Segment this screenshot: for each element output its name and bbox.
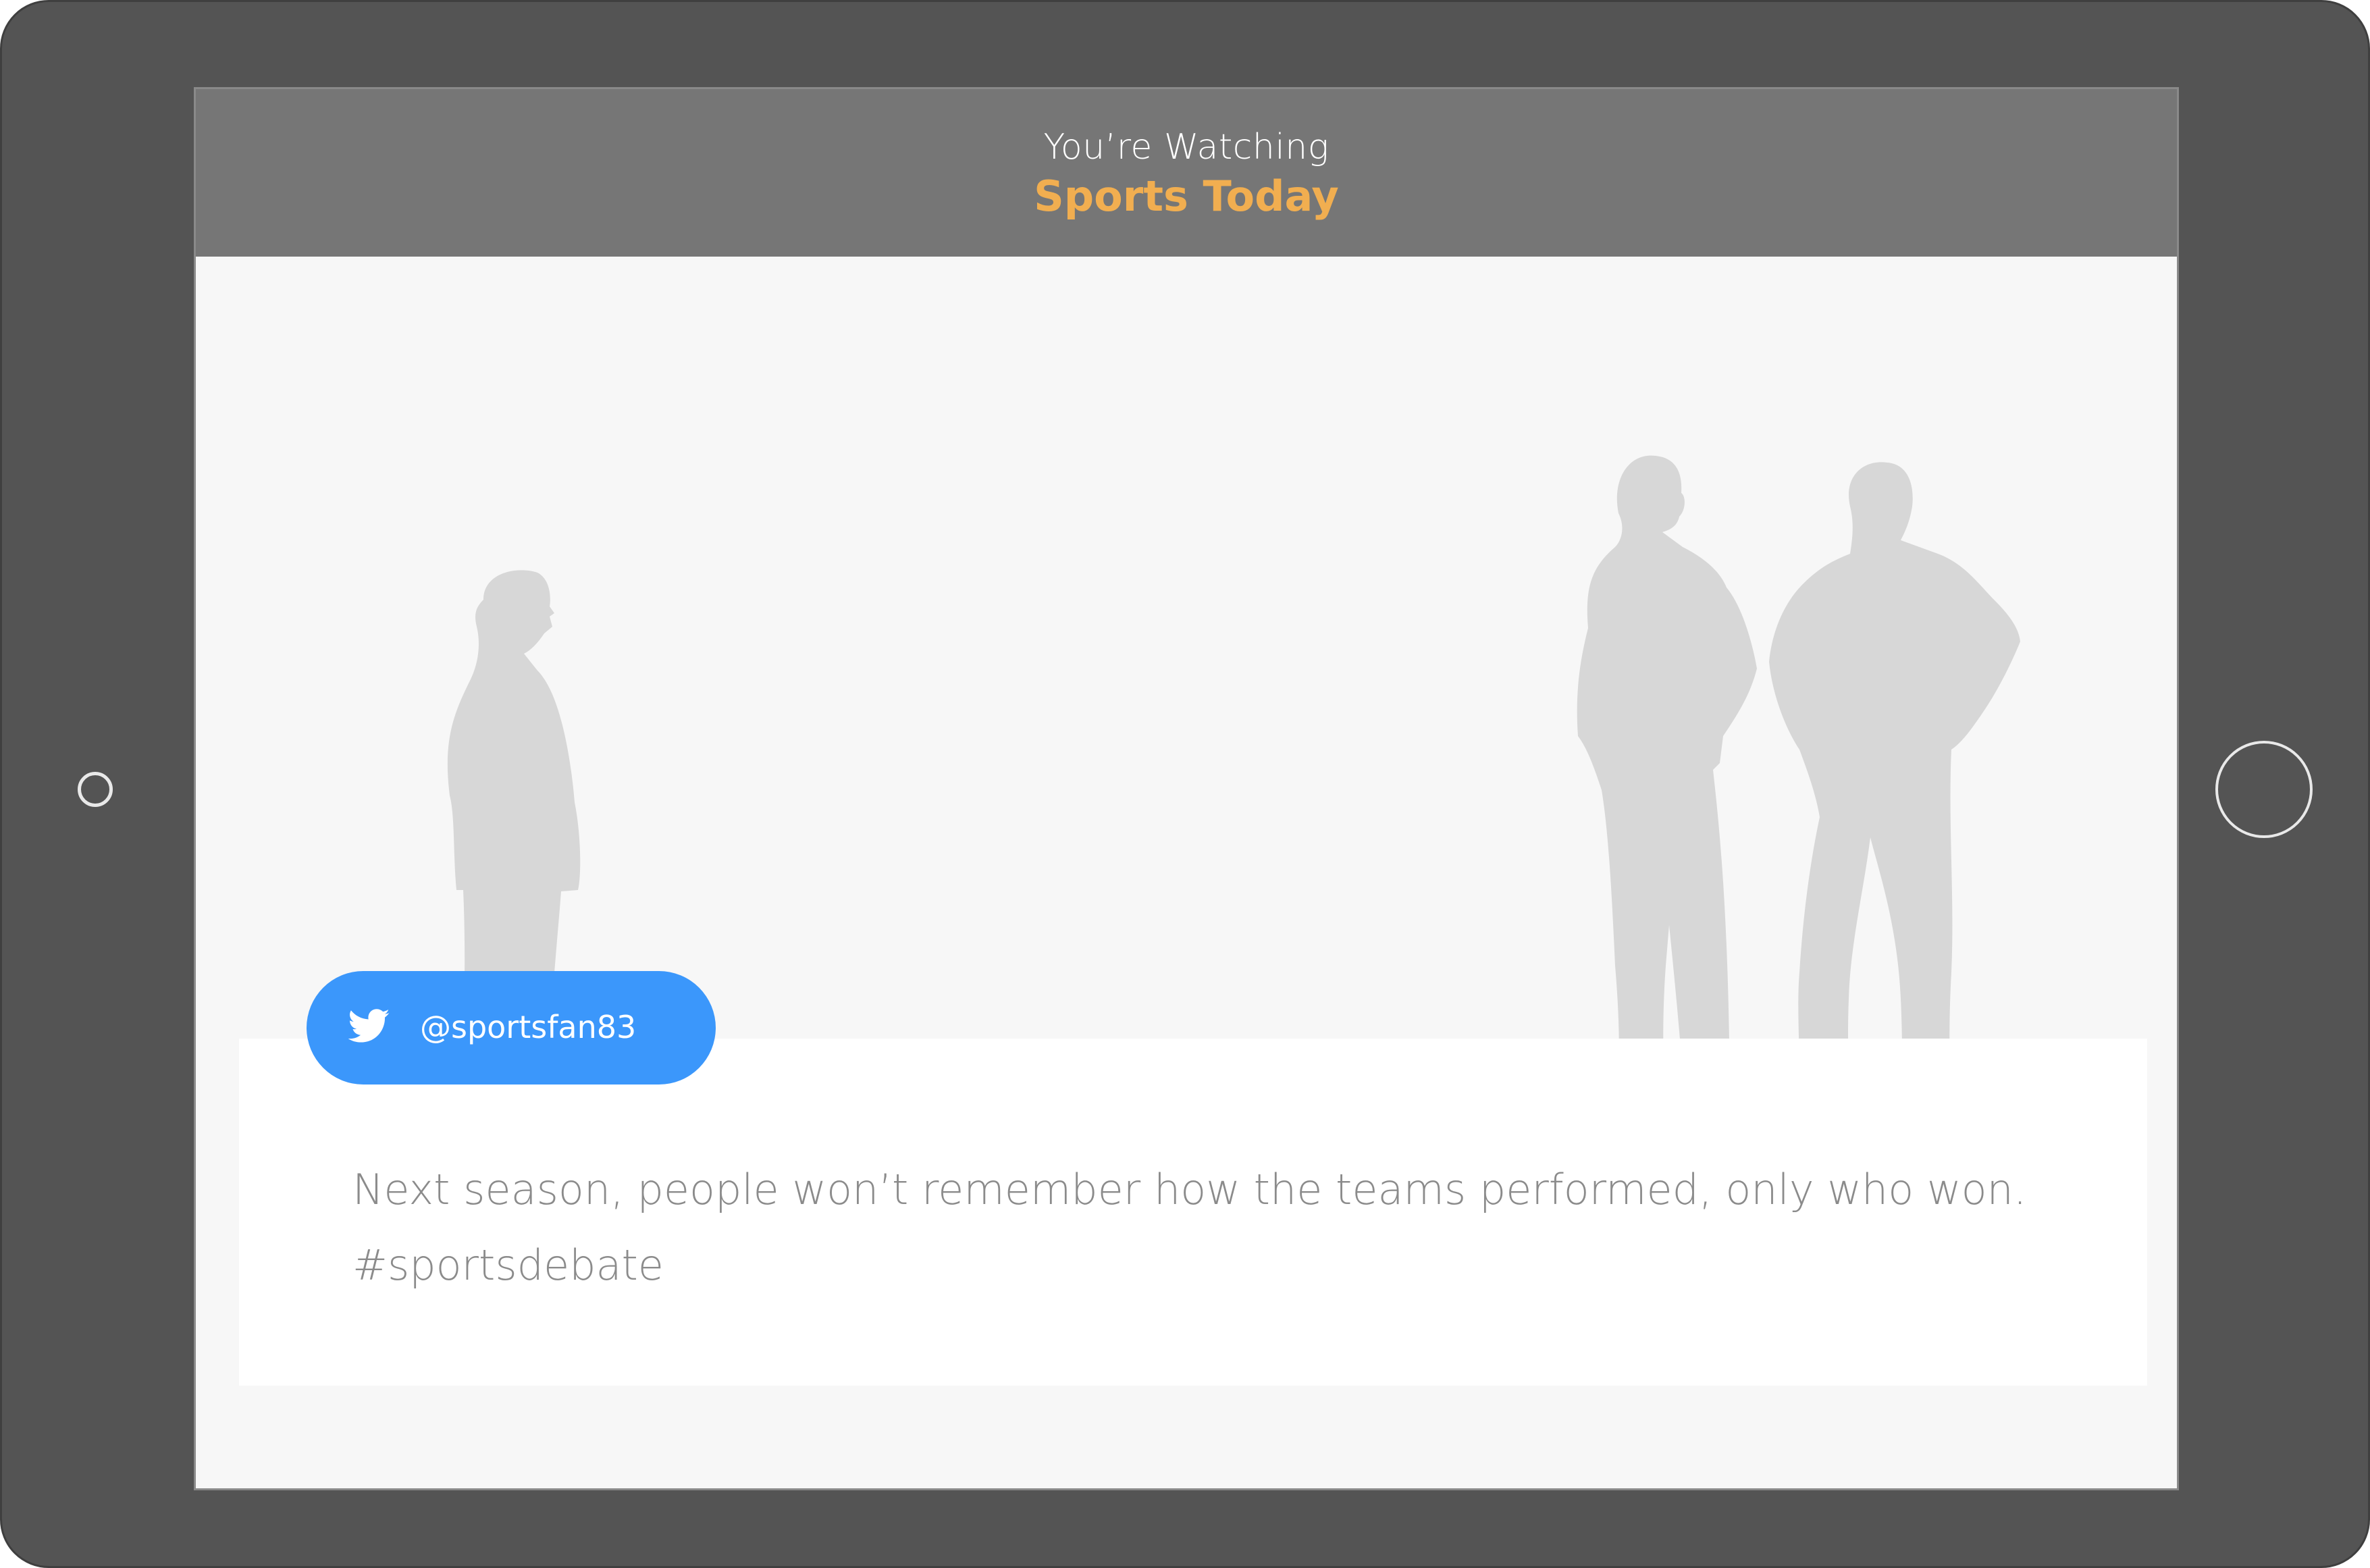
person-silhouette-far-right — [1769, 459, 2026, 1128]
camera-icon — [78, 772, 113, 807]
person-silhouette-center-right — [1575, 452, 1764, 1128]
now-watching-header: You’re Watching Sports Today — [196, 89, 2177, 257]
show-title: Sports Today — [1034, 172, 1339, 221]
tablet-device: You’re Watching Sports Today Next season… — [0, 0, 2370, 1568]
tablet-screen: You’re Watching Sports Today Next season… — [194, 87, 2179, 1490]
twitter-handle: @sportsfan83 — [420, 1009, 637, 1045]
twitter-bird-icon — [348, 1005, 390, 1047]
home-button[interactable] — [2215, 741, 2313, 838]
tweet-text: Next season, people won’t remember how t… — [352, 1165, 2027, 1290]
tweet-card: Next season, people won’t remember how t… — [239, 1039, 2147, 1386]
twitter-user-pill[interactable]: @sportsfan83 — [307, 971, 716, 1084]
header-subtitle: You’re Watching — [1043, 127, 1329, 167]
